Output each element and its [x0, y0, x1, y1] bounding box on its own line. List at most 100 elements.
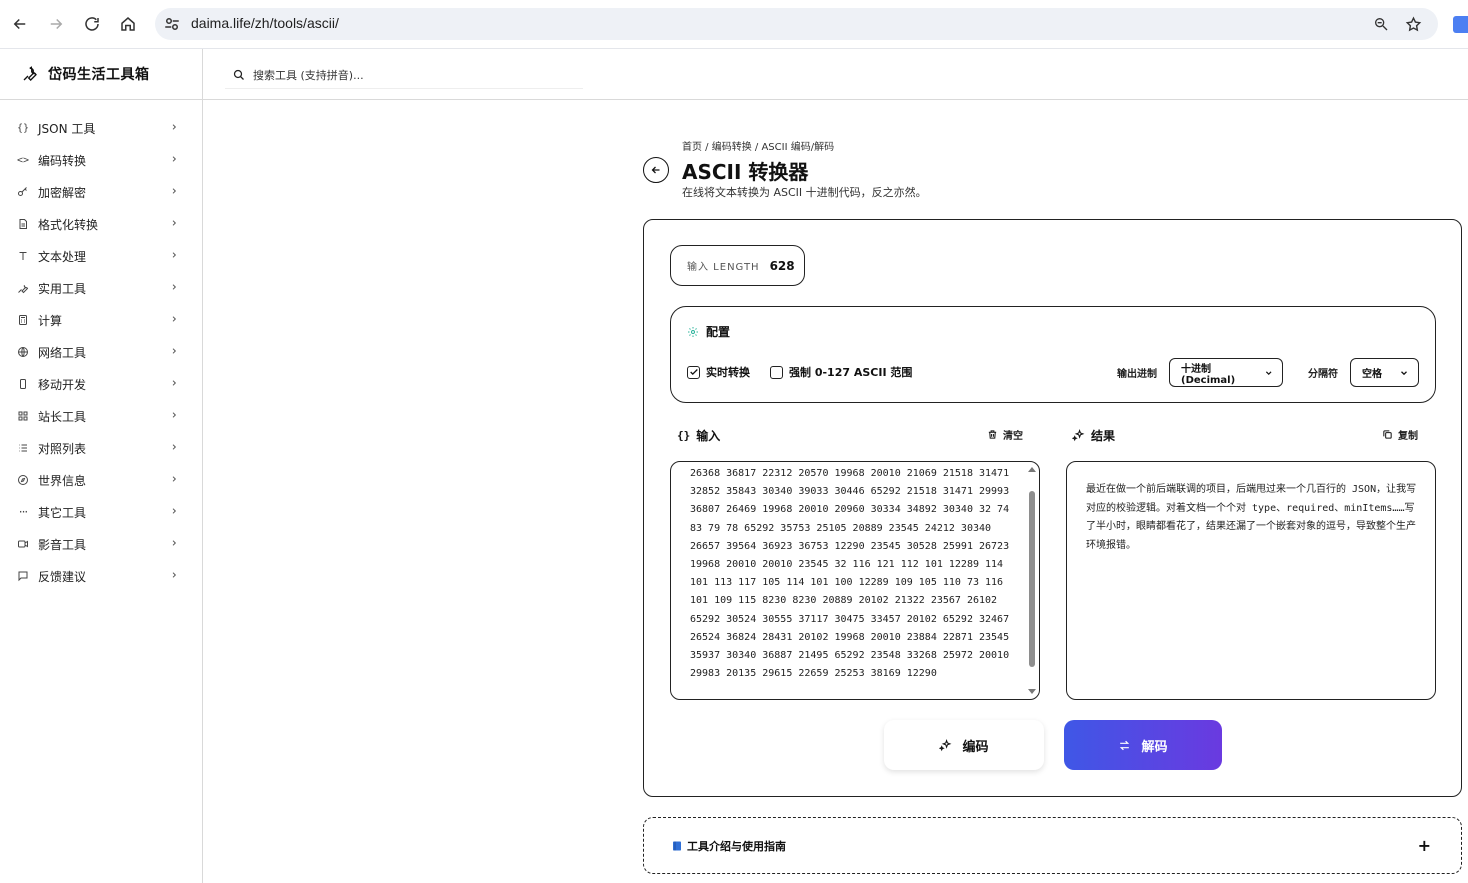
- chevron-right-icon: [172, 540, 177, 546]
- scroll-down-icon[interactable]: [1028, 689, 1036, 694]
- sidebar: 岱码生活工具箱 {} JSON 工具 <> 编码转换 加密解密 格式化转换文本处理实用工具…: [0, 49, 203, 883]
- chevron-down-icon: [1401, 370, 1407, 375]
- guide-accordion[interactable]: 工具介绍与使用指南 +: [643, 817, 1462, 874]
- back-arrow-icon[interactable]: [8, 12, 32, 36]
- encode-button[interactable]: 编码: [884, 720, 1044, 770]
- url-text[interactable]: daima.life/zh/tools/ascii/: [191, 15, 339, 31]
- bookmark-star-icon[interactable]: [1403, 14, 1423, 34]
- brand-name: 岱码生活工具箱: [48, 67, 150, 83]
- extension-icon[interactable]: [1453, 16, 1468, 33]
- input-text[interactable]: 26368 36817 22312 20570 19968 20010 2106…: [690, 465, 1010, 683]
- input-textarea[interactable]: 26368 36817 22312 20570 19968 20010 2106…: [670, 461, 1040, 700]
- page-title: ASCII 转换器: [682, 160, 809, 184]
- chevron-right-icon: [172, 156, 177, 162]
- reload-icon[interactable]: [80, 12, 104, 36]
- chevron-down-icon: [1265, 370, 1272, 375]
- sidebar-item-5[interactable]: 实用工具: [0, 272, 202, 304]
- realtime-label[interactable]: 实时转换: [706, 364, 750, 380]
- chevron-right-icon: [172, 412, 177, 418]
- separator-value[interactable]: 空格: [1362, 365, 1382, 380]
- brand[interactable]: 岱码生活工具箱: [0, 49, 202, 100]
- decode-button[interactable]: 解码: [1064, 720, 1222, 770]
- compass-icon: [16, 473, 30, 487]
- sidebar-nav: {} JSON 工具 <> 编码转换 加密解密 格式化转换文本处理实用工具计算网络工具移动…: [0, 100, 202, 592]
- config-title: 配置: [706, 325, 731, 339]
- input-length-stat: 输入 LENGTH 628: [670, 245, 805, 286]
- sidebar-item-label: 站长工具: [38, 409, 87, 424]
- input-scrollbar[interactable]: [1027, 464, 1037, 697]
- config-panel: 配置 实时转换 强制 0-127 ASCII 范围 输出进制 十进制 (Deci…: [670, 306, 1436, 403]
- breadcrumb[interactable]: 首页 / 编码转换 / ASCII 编码/解码: [682, 138, 834, 153]
- address-bar[interactable]: daima.life/zh/tools/ascii/: [155, 8, 1438, 40]
- clear-button[interactable]: 清空: [987, 427, 1023, 442]
- force-range-checkbox[interactable]: [770, 365, 783, 379]
- wrench-logo-icon: [23, 66, 37, 81]
- sidebar-item-1[interactable]: <> 编码转换: [0, 144, 202, 176]
- guide-title[interactable]: 工具介绍与使用指南: [687, 838, 786, 854]
- copy-icon: [1383, 430, 1392, 439]
- expand-plus-icon[interactable]: +: [1418, 836, 1431, 855]
- sidebar-item-11[interactable]: 世界信息: [0, 464, 202, 496]
- chevron-right-icon: [172, 508, 177, 514]
- sidebar-item-label: 编码转换: [38, 153, 87, 168]
- sidebar-item-6[interactable]: 计算: [0, 304, 202, 336]
- sidebar-item-0[interactable]: {} JSON 工具: [0, 112, 202, 144]
- realtime-toggle[interactable]: 实时转换: [687, 364, 750, 380]
- config-header: 配置: [687, 323, 730, 340]
- force-range-label[interactable]: 强制 0-127 ASCII 范围: [789, 364, 912, 380]
- settings-gear-icon: [688, 326, 698, 337]
- trash-icon: [988, 430, 997, 439]
- copy-button[interactable]: 复制: [1382, 427, 1418, 442]
- chevron-right-icon: [172, 188, 177, 194]
- phone-icon: [16, 377, 30, 391]
- top-bar: 搜索工具 (支持拼音)...: [203, 49, 1468, 100]
- output-textarea[interactable]: 最近在做一个前后端联调的项目，后端甩过来一个几百行的 JSON，让我写对应的校验…: [1066, 461, 1436, 700]
- scroll-thumb[interactable]: [1029, 491, 1035, 667]
- decode-label[interactable]: 解码: [1141, 736, 1167, 755]
- search-placeholder[interactable]: 搜索工具 (支持拼音)...: [253, 67, 364, 83]
- site-settings-icon[interactable]: [163, 15, 181, 33]
- sidebar-item-8[interactable]: 移动开发: [0, 368, 202, 400]
- output-header: 结果: [1072, 427, 1115, 444]
- sidebar-item-2[interactable]: 加密解密: [0, 176, 202, 208]
- output-title: 结果: [1091, 429, 1116, 443]
- chevron-right-icon: [172, 220, 177, 226]
- sparkles-icon: [1072, 429, 1085, 442]
- sidebar-item-label: 世界信息: [38, 473, 87, 488]
- sidebar-item-14[interactable]: 反馈建议: [0, 560, 202, 592]
- converter-card: 输入 LENGTH 628 配置 实时转换 强制 0-127 ASCII 范围 …: [643, 219, 1462, 797]
- sidebar-item-label: 文本处理: [38, 249, 87, 264]
- separator-label: 分隔符: [1308, 369, 1338, 380]
- sidebar-item-13[interactable]: 影音工具: [0, 528, 202, 560]
- force-range-toggle[interactable]: 强制 0-127 ASCII 范围: [770, 364, 912, 380]
- chevron-right-icon: [172, 444, 177, 450]
- sidebar-item-label: 反馈建议: [38, 569, 87, 584]
- sidebar-item-7[interactable]: 网络工具: [0, 336, 202, 368]
- sidebar-item-9[interactable]: 站长工具: [0, 400, 202, 432]
- sidebar-item-12[interactable]: ··· 其它工具: [0, 496, 202, 528]
- base-select[interactable]: 十进制 (Decimal): [1169, 358, 1283, 387]
- guide-header[interactable]: 工具介绍与使用指南: [671, 838, 786, 854]
- encode-label[interactable]: 编码: [962, 736, 988, 755]
- sparkles-icon: [939, 738, 952, 751]
- scroll-up-icon[interactable]: [1028, 467, 1036, 472]
- copy-label[interactable]: 复制: [1398, 427, 1418, 442]
- output-text[interactable]: 最近在做一个前后端联调的项目，后端甩过来一个几百行的 JSON，让我写对应的校验…: [1086, 481, 1421, 555]
- clear-label[interactable]: 清空: [1003, 427, 1023, 442]
- zoom-icon[interactable]: [1371, 14, 1391, 34]
- separator-select[interactable]: 空格: [1350, 358, 1419, 387]
- text-icon: [16, 249, 30, 263]
- back-button[interactable]: [643, 157, 669, 183]
- arrow-left-icon: [651, 166, 660, 174]
- sidebar-item-label: 计算: [38, 313, 63, 328]
- home-icon[interactable]: [116, 12, 140, 36]
- sidebar-item-3[interactable]: 格式化转换: [0, 208, 202, 240]
- base-value[interactable]: 十进制 (Decimal): [1181, 360, 1264, 386]
- sidebar-item-4[interactable]: 文本处理: [0, 240, 202, 272]
- sidebar-item-10[interactable]: 对照列表: [0, 432, 202, 464]
- forward-arrow-icon[interactable]: [44, 12, 68, 36]
- search-input[interactable]: 搜索工具 (支持拼音)...: [225, 61, 583, 89]
- realtime-checkbox[interactable]: [687, 365, 700, 379]
- chevron-right-icon: [172, 124, 177, 130]
- sidebar-item-label: 网络工具: [38, 345, 87, 360]
